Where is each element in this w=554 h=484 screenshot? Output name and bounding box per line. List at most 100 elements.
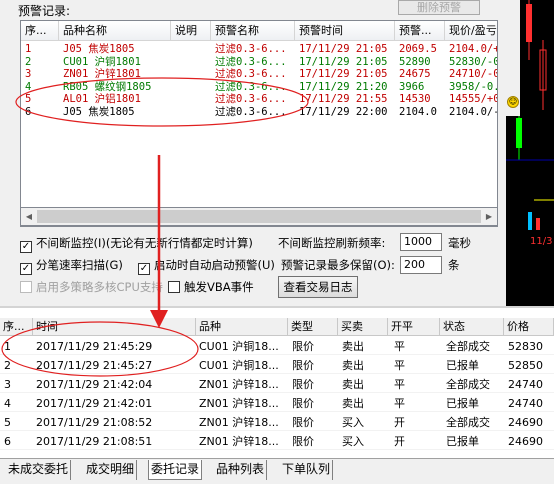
order-row[interactable]: 4 2017/11/29 21:42:01 ZN01 沪锌18... 限价 卖出 平 已报单… [0,395,554,412]
order-col-time[interactable]: 时间 [33,318,196,336]
refresh-frequency-input[interactable]: 1000 [400,233,442,251]
continuous-monitor-option[interactable]: ✓ 不间断监控(I)(无论有无新行情都定时计算) [20,235,253,253]
col-header-current-pnl[interactable]: 现价/盈亏 [445,21,497,41]
warning-cell-price: 2104.0 [399,105,437,118]
warning-cell-price: 24675 [399,68,431,80]
delete-warning-button[interactable]: 删除预警 [398,0,480,15]
order-cell-symbol: ZN01 沪锌18... [199,416,279,429]
order-cell-side: 卖出 [342,397,364,410]
tick-scan-option[interactable]: ✓ 分笔速率扫描(G) [20,257,123,275]
checkbox-checked-icon[interactable]: ✓ [20,263,32,275]
warning-row[interactable]: 5 AL01 沪铝1801 过滤0.3-6... 17/11/29 21:55 1453… [21,93,498,105]
warning-cell-price: 2069.5 [399,43,437,55]
order-col-side[interactable]: 买卖 [338,318,388,336]
order-cell-symbol: ZN01 沪锌18... [199,378,279,391]
warning-cell-name: J05 焦炭1805 [63,105,135,118]
auto-start-label: 启动时自动启动预警(U) [154,258,275,272]
order-cell-idx: 5 [4,416,11,429]
checkbox-unchecked-icon[interactable] [20,281,32,293]
tab-2[interactable]: 委托记录 [148,460,203,480]
multicore-option[interactable]: 启用多策略多核CPU支持 [20,279,163,295]
order-cell-oc: 开 [394,416,405,429]
hscroll-thumb[interactable] [37,210,481,223]
warning-cell-idx: 6 [25,105,32,118]
volume-bar [536,218,540,230]
warning-cell-name: AL01 沪铝1801 [63,93,141,105]
warning-cell-name: CU01 沪铜1801 [63,55,141,68]
warning-cell-current: 52830/-0 [449,55,498,68]
col-header-alert-time[interactable]: 预警时间 [295,21,395,41]
tab-3[interactable]: 品种列表 [214,460,268,480]
checkbox-checked-icon[interactable]: ✓ [20,241,32,253]
order-row[interactable]: 2 2017/11/29 21:45:27 CU01 沪铜18... 限价 卖出 平 已报单… [0,357,554,374]
warning-cell-alert: 过滤0.3-6... [215,105,287,118]
order-col-open-close[interactable]: 开平 [388,318,440,336]
col-header-alert-price[interactable]: 预警... [395,21,445,41]
warning-row[interactable]: 1 J05 焦炭1805 过滤0.3-6... 17/11/29 21:05 2069.… [21,43,498,55]
warning-cell-time: 17/11/29 21:05 [299,55,388,68]
order-row[interactable]: 1 2017/11/29 21:45:29 CU01 沪铜18... 限价 卖出 平 全部成… [0,338,554,355]
order-cell-type: 限价 [292,340,314,353]
order-cell-price: 52830 [508,340,543,353]
order-cell-oc: 平 [394,359,405,372]
checkbox-checked-icon[interactable]: ✓ [138,263,150,275]
order-cell-side: 卖出 [342,340,364,353]
order-cell-oc: 平 [394,340,405,353]
warning-vscrollbar[interactable]: ☺ [506,0,520,116]
warning-cell-idx: 5 [25,93,32,105]
order-cell-type: 限价 [292,435,314,448]
warning-cell-time: 17/11/29 22:00 [299,105,388,118]
order-cell-oc: 平 [394,397,405,410]
warning-row[interactable]: 3 ZN01 沪锌1801 过滤0.3-6... 17/11/29 21:05 2467… [21,68,497,80]
order-col-price[interactable]: 价格 [504,318,554,336]
col-header-index[interactable]: 序... [21,21,59,41]
volume-bar [528,212,532,230]
max-records-unit: 条 [448,258,460,272]
warning-cell-current: 14555/+0 [449,93,498,105]
order-cell-status: 已报单 [446,397,479,410]
warning-cell-idx: 3 [25,68,32,80]
order-col-symbol[interactable]: 品种 [196,318,288,336]
warning-row[interactable]: 2 CU01 沪铜1801 过滤0.3-6... 17/11/29 21:05 5289… [21,55,498,68]
tick-scan-label: 分笔速率扫描(G) [36,258,123,272]
tab-0[interactable]: 未成交委托 [6,460,72,480]
tab-1[interactable]: 成交明细 [84,460,138,480]
vba-event-option[interactable]: 触发VBA事件 [168,279,254,295]
warning-cell-alert: 过滤0.3-6... [215,55,287,68]
order-cell-side: 卖出 [342,359,364,372]
order-row[interactable]: 5 2017/11/29 21:08:52 ZN01 沪锌18... 限价 买入 开 全部成… [0,414,554,431]
order-cell-price: 24740 [508,397,543,410]
order-row[interactable]: 6 2017/11/29 21:08:51 ZN01 沪锌18... 限价 买入 开 已报单… [0,433,554,450]
order-col-index[interactable]: 序... [0,318,33,336]
order-col-status[interactable]: 状态 [440,318,504,336]
view-trade-log-button[interactable]: 查看交易日志 [278,276,358,298]
vba-event-label: 触发VBA事件 [184,280,254,294]
order-cell-idx: 1 [4,340,11,353]
warning-cell-idx: 4 [25,80,32,93]
auto-start-option[interactable]: ✓ 启动时自动启动预警(U) [138,257,275,275]
col-header-description[interactable]: 说明 [171,21,211,41]
warning-cell-name: ZN01 沪锌1801 [63,68,141,80]
max-records-input[interactable]: 200 [400,256,442,274]
checkbox-unchecked-icon[interactable] [168,281,180,293]
order-cell-symbol: CU01 沪铜18... [199,359,279,372]
order-cell-type: 限价 [292,378,314,391]
warning-row[interactable]: 4 RB05 螺纹钢1805 过滤0.3-6... 17/11/29 21:20 396… [21,80,497,93]
refresh-unit-label: 毫秒 [448,236,471,250]
order-row[interactable]: 3 2017/11/29 21:42:04 ZN01 沪锌18... 限价 卖出 平 全部成… [0,376,554,393]
col-header-alert-name[interactable]: 预警名称 [211,21,295,41]
warning-cell-current: 2104.0/+ [449,43,498,55]
order-cell-type: 限价 [292,397,314,410]
order-col-type[interactable]: 类型 [288,318,338,336]
warning-cell-name: J05 焦炭1805 [63,43,135,55]
tab-4[interactable]: 下单队列 [280,460,334,480]
warning-table-hscrollbar[interactable]: ◀ ▶ [20,207,498,226]
scroll-left-arrow-icon[interactable]: ◀ [22,210,36,223]
scroll-right-arrow-icon[interactable]: ▶ [482,210,496,223]
smiley-icon[interactable]: ☺ [507,96,519,108]
order-cell-symbol: ZN01 沪锌18... [199,397,279,410]
order-cell-price: 52850 [508,359,543,372]
warning-row[interactable]: 6 J05 焦炭1805 过滤0.3-6... 17/11/29 22:00 2104.… [21,105,497,118]
col-header-symbol-name[interactable]: 品种名称 [59,21,171,41]
warning-cell-alert: 过滤0.3-6... [215,80,287,93]
